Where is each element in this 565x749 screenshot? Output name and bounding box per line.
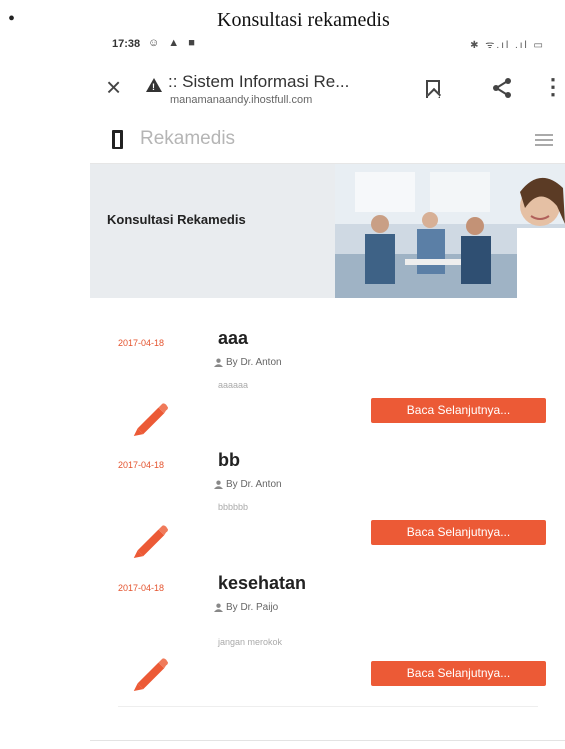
more-menu-icon[interactable]: ⋮: [542, 76, 564, 98]
browser-toolbar: × ! :: Sistem Informasi Re... manamanaan…: [90, 64, 565, 116]
read-more-button[interactable]: Baca Selanjutnya...: [371, 661, 546, 686]
post-item: 2017-04-18 kesehatan By Dr. Paijo jangan…: [90, 573, 565, 693]
post-list: 2017-04-18 aaa By Dr. Anton aaaaaa Baca …: [90, 298, 565, 749]
footer-divider: [90, 740, 565, 741]
post-title[interactable]: bb: [218, 450, 240, 471]
user-icon: [214, 603, 223, 612]
list-separator: [118, 706, 538, 707]
post-excerpt: jangan merokok: [218, 637, 283, 647]
status-time: 17:38: [112, 38, 141, 50]
post-title[interactable]: aaa: [218, 328, 248, 349]
bookmark-icon[interactable]: [426, 80, 440, 98]
close-icon[interactable]: ×: [106, 72, 121, 102]
brand-logo-icon[interactable]: [112, 130, 123, 149]
post-date: 2017-04-18: [118, 460, 165, 470]
read-more-button[interactable]: Baca Selanjutnya...: [371, 398, 546, 423]
pencil-icon: [133, 525, 168, 558]
post-title[interactable]: kesehatan: [218, 573, 306, 594]
hamburger-menu-icon[interactable]: [535, 134, 553, 146]
notification-icons: ☺ ▲ ■: [148, 37, 198, 49]
browser-page-title[interactable]: :: Sistem Informasi Re...: [168, 72, 398, 92]
post-author: By Dr. Paijo: [226, 602, 279, 613]
post-author: By Dr. Anton: [226, 479, 282, 490]
user-icon: [214, 480, 223, 489]
post-date: 2017-04-18: [118, 583, 165, 593]
warning-mark: !: [152, 82, 155, 92]
hero-title: Konsultasi Rekamedis: [107, 212, 246, 227]
pencil-icon: [133, 403, 168, 436]
share-icon[interactable]: [490, 76, 514, 100]
signal-battery-icons: ✱ ᯤ.ıl .ıl ▭: [470, 40, 545, 51]
user-icon: [214, 358, 223, 367]
post-date: 2017-04-18: [118, 338, 165, 348]
browser-url[interactable]: manamanaandy.ihostfull.com: [170, 94, 312, 106]
caption-text: Konsultasi rekamedis: [217, 9, 390, 31]
hero-banner: Konsultasi Rekamedis: [90, 164, 565, 298]
office-team-photo: [335, 164, 565, 298]
site-navbar: Rekamedis: [90, 116, 565, 164]
pencil-icon: [133, 658, 168, 691]
post-item: 2017-04-18 bb By Dr. Anton bbbbbb Baca S…: [90, 450, 565, 570]
brand-name[interactable]: Rekamedis: [140, 128, 235, 150]
phone-screen: 17:38 ☺ ▲ ■ ✱ ᯤ.ıl .ıl ▭ × ! :: Sistem I…: [90, 30, 565, 749]
caption-bullet: •: [8, 8, 16, 30]
post-excerpt: aaaaaa: [218, 380, 249, 390]
status-bar: 17:38 ☺ ▲ ■ ✱ ᯤ.ıl .ıl ▭: [90, 30, 565, 60]
post-excerpt: bbbbbb: [218, 502, 249, 512]
read-more-button[interactable]: Baca Selanjutnya...: [371, 520, 546, 545]
post-item: 2017-04-18 aaa By Dr. Anton aaaaaa Baca …: [90, 328, 565, 448]
post-author: By Dr. Anton: [226, 357, 282, 368]
